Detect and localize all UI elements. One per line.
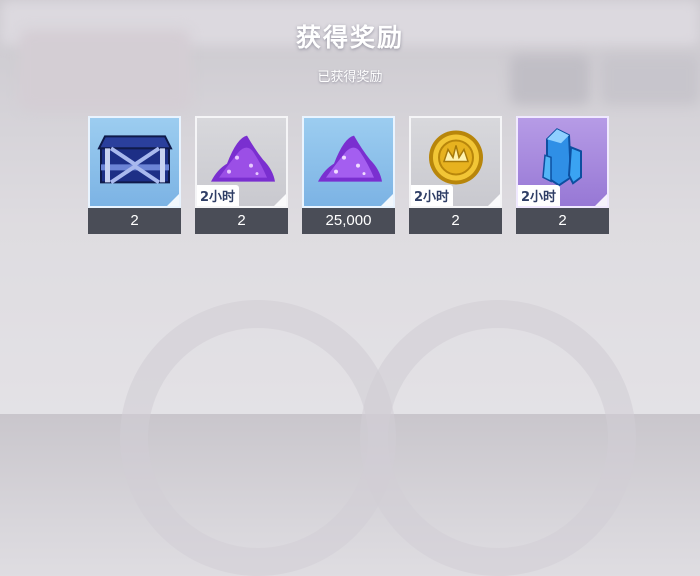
reward-subtitle: 已获得奖励 [317, 70, 383, 85]
gold-coin-icon [426, 127, 486, 191]
purple-crystal-pile-icon [314, 130, 384, 190]
reward-item[interactable]: 2 [88, 116, 181, 234]
reward-count: 25,000 [302, 208, 395, 234]
reward-count: 2 [516, 208, 609, 234]
duration-badge: 2小时 [197, 185, 240, 206]
reward-title: 获得奖励 [295, 23, 404, 52]
reward-list: 2 2小时 2 25,000 2小时 2 2小时 2 [88, 116, 609, 234]
reward-item[interactable]: 2小时 2 [195, 116, 288, 234]
reward-item[interactable]: 25,000 [302, 116, 395, 234]
reward-item[interactable]: 2小时 2 [409, 116, 502, 234]
reward-frame [302, 116, 395, 208]
blue-crystal-shard-icon [535, 125, 591, 193]
reward-count: 2 [88, 208, 181, 234]
purple-crystal-pile-icon [207, 130, 277, 190]
duration-badge: 2小时 [411, 185, 454, 206]
reward-count: 2 [195, 208, 288, 234]
reward-frame [88, 116, 181, 208]
reward-frame: 2小时 [195, 116, 288, 208]
reward-count: 2 [409, 208, 502, 234]
blue-treasure-chest-icon [96, 126, 173, 192]
reward-frame: 2小时 [409, 116, 502, 208]
reward-item[interactable]: 2小时 2 [516, 116, 609, 234]
reward-frame: 2小时 [516, 116, 609, 208]
duration-badge: 2小时 [518, 185, 561, 206]
